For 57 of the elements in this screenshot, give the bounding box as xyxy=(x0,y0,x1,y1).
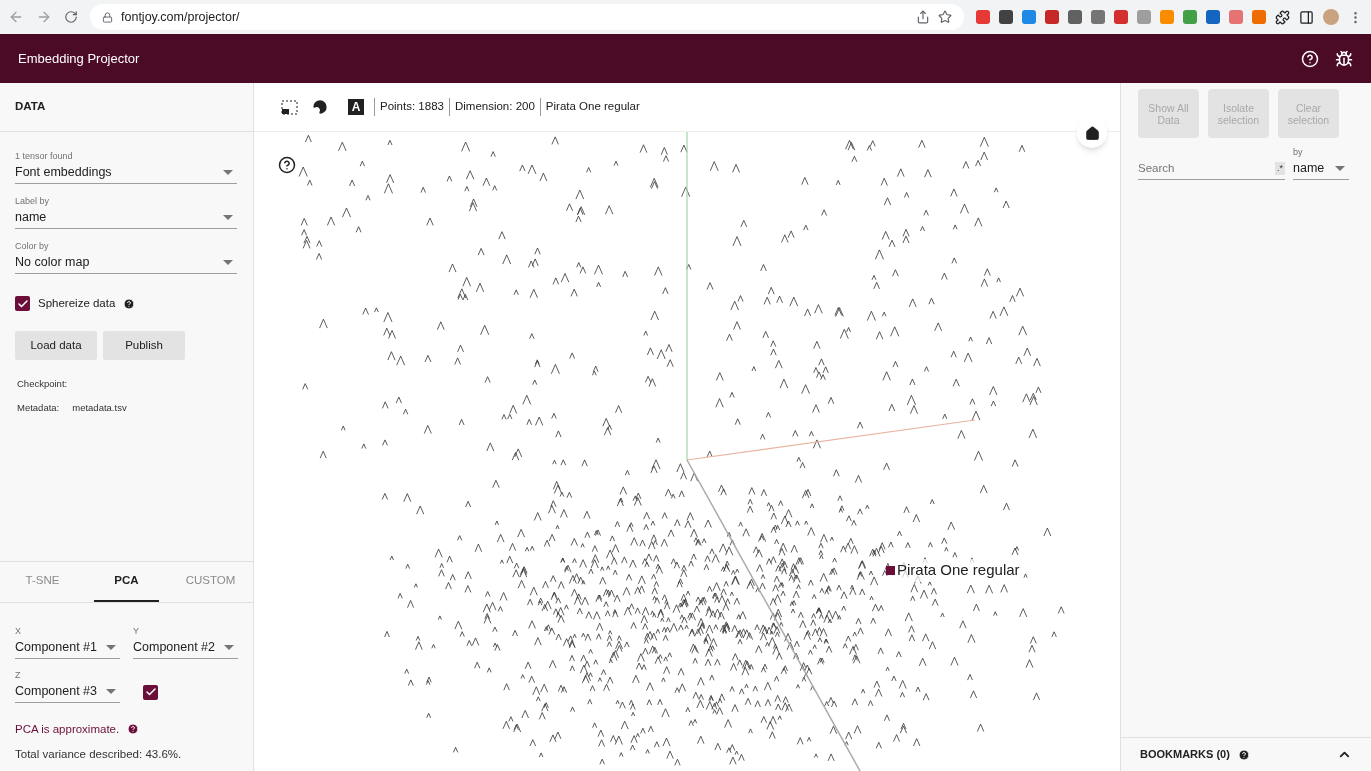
dropdown-caret-icon xyxy=(106,644,116,650)
point-label: Pirata One regular xyxy=(897,559,1020,582)
dropdown-caret-icon xyxy=(106,688,116,694)
checkpoint-label: Checkpoint: xyxy=(17,377,69,392)
search-field[interactable]: Search .* xyxy=(1138,158,1285,180)
pca-note: PCA is approximate. xyxy=(15,721,120,737)
field-label: Z xyxy=(15,668,22,681)
checkbox[interactable] xyxy=(143,684,158,700)
toolbar-stat: Pirata One regular xyxy=(539,98,645,116)
dropdown-caret-icon xyxy=(223,215,233,220)
dropdown-field[interactable]: Component #2 xyxy=(133,636,238,659)
home-button[interactable] xyxy=(1077,118,1107,148)
field-label: Label by xyxy=(15,195,51,207)
dropdown-caret-icon xyxy=(1335,166,1345,171)
section-title: DATA xyxy=(15,99,46,115)
side-panel-icon[interactable] xyxy=(1299,9,1314,25)
home-icon xyxy=(1084,125,1100,141)
metadata-label: Metadata: xyxy=(17,400,60,415)
dropdown-caret-icon xyxy=(224,644,234,650)
field-label: Y xyxy=(133,624,140,637)
checkbox[interactable] xyxy=(15,296,30,312)
panel-button[interactable]: Load data xyxy=(15,331,97,361)
variance-text: Total variance described: 43.6%. xyxy=(15,746,183,762)
dropdown-field[interactable]: No color map xyxy=(15,252,237,274)
dropdown-field[interactable]: Component #3 xyxy=(15,680,120,703)
dropdown-caret-icon xyxy=(223,170,233,175)
lock-icon xyxy=(102,11,113,23)
bug-icon[interactable] xyxy=(1335,49,1353,68)
share-icon[interactable] xyxy=(916,10,930,24)
field-label: X xyxy=(15,624,22,637)
night-mode-icon[interactable] xyxy=(312,99,328,115)
panel-button[interactable]: Publish xyxy=(103,331,185,361)
puzzle-icon[interactable] xyxy=(1275,9,1290,25)
field-label: by xyxy=(1293,146,1304,158)
field-label: Color by xyxy=(15,240,50,252)
dropdown-field[interactable]: name xyxy=(15,207,237,229)
reload-icon[interactable] xyxy=(64,10,78,24)
dropdown-field[interactable]: name xyxy=(1293,158,1349,180)
regex-toggle[interactable]: .* xyxy=(1275,161,1285,176)
dropdown-field[interactable]: Font embeddings xyxy=(15,162,237,184)
label-toggle[interactable]: A xyxy=(348,99,364,115)
app-title: Embedding Projector xyxy=(18,49,140,68)
bookmarks-title: BOOKMARKS (0) xyxy=(1140,747,1230,763)
toolbar-stat: Dimension: 200 xyxy=(448,98,540,116)
selection-icon[interactable] xyxy=(281,99,298,115)
extension-icon[interactable] xyxy=(999,10,1013,24)
projection-tab[interactable]: PCA xyxy=(94,561,159,602)
help-icon[interactable] xyxy=(278,156,296,174)
checkbox-label: Sphereize data xyxy=(38,296,116,311)
toolbar-stat: Points: 1883 xyxy=(374,98,449,116)
selected-point-marker xyxy=(886,565,895,575)
dropdown-field[interactable]: Component #1 xyxy=(15,636,120,659)
address-bar[interactable]: fontjoy.com/projector/ xyxy=(90,4,964,30)
metadata-value: metadata.tsv xyxy=(72,400,127,415)
field-label: 1 tensor found xyxy=(15,150,74,162)
dropdown-caret-icon xyxy=(223,260,233,265)
star-icon[interactable] xyxy=(938,10,952,24)
